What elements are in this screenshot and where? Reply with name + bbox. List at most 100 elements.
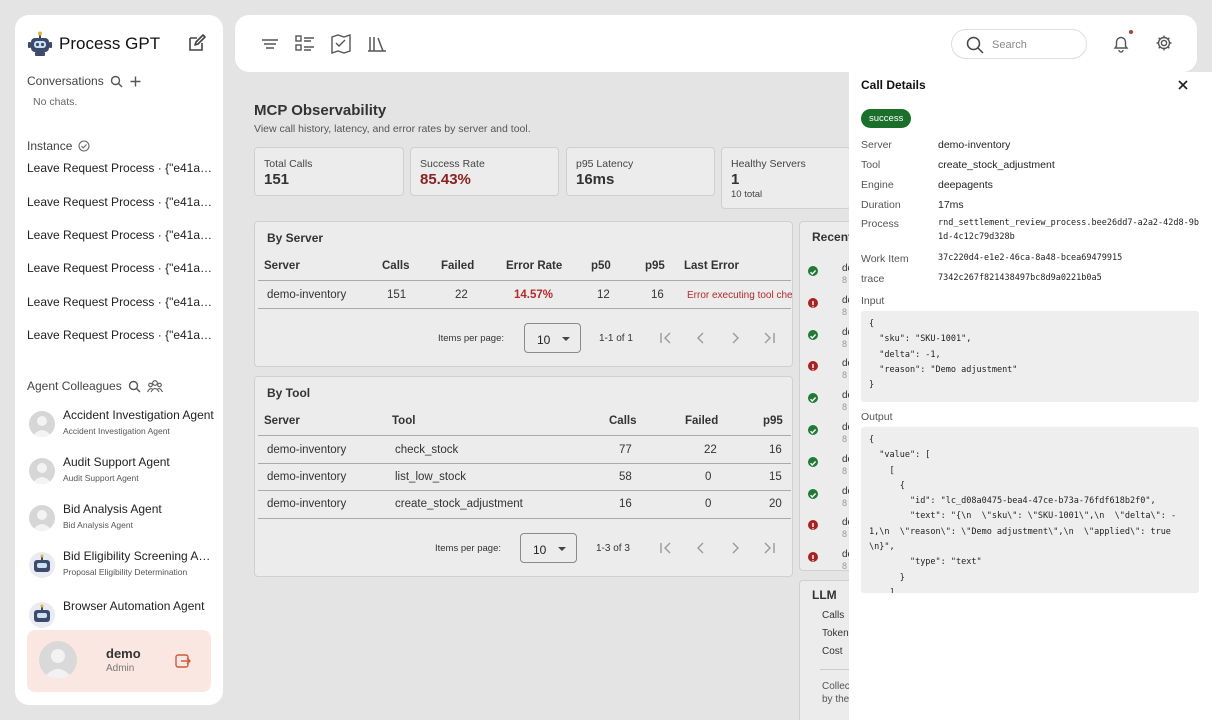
last-page-icon[interactable]: [761, 541, 777, 555]
library-icon[interactable]: [366, 33, 388, 55]
brand[interactable]: Process GPT: [27, 31, 160, 57]
items-per-page-select[interactable]: 10: [520, 533, 577, 563]
cell-tool: list_low_stock: [395, 471, 466, 483]
stat-label: Total Calls: [264, 158, 313, 170]
instance-item[interactable]: Leave Request Process · {"e41a53...: [27, 161, 213, 175]
select-value: 10: [533, 543, 547, 557]
divider: [258, 463, 791, 464]
search-box[interactable]: [951, 29, 1087, 59]
recent-item-sub: 8: [842, 529, 848, 540]
instance-title: Instance: [27, 139, 73, 153]
first-page-icon[interactable]: [658, 541, 674, 555]
gear-icon[interactable]: [1155, 34, 1173, 52]
new-chat-icon[interactable]: [187, 33, 207, 53]
instance-item[interactable]: Leave Request Process · {"e41a53...: [27, 328, 213, 342]
check-circle-icon[interactable]: [78, 140, 90, 152]
instance-item[interactable]: Leave Request Process · {"e41a53...: [27, 261, 213, 275]
process-map-icon[interactable]: [330, 33, 352, 55]
recent-item[interactable]: de 8: [806, 454, 853, 484]
stat-card-healthy-servers: Healthy Servers 1 10 total: [721, 147, 851, 209]
divider: [258, 280, 791, 281]
divider: [258, 308, 791, 309]
recent-item[interactable]: de 8: [806, 358, 853, 388]
recent-item[interactable]: de 8: [806, 549, 853, 579]
agent-subtitle: Audit Support Agent: [63, 473, 139, 483]
col-header[interactable]: p95: [763, 415, 783, 427]
col-header[interactable]: Calls: [382, 260, 410, 272]
conversations-header: Conversations: [27, 74, 142, 88]
checklist-icon[interactable]: [294, 33, 316, 55]
robot-icon: [29, 552, 55, 578]
notification-dot: [1129, 30, 1133, 34]
instance-item[interactable]: Leave Request Process · {"e41a53...: [27, 295, 213, 309]
divider: [258, 435, 791, 436]
output-code-box[interactable]: { "value": [ [ { "id": "lc_d08a0475-bea4…: [861, 427, 1199, 593]
field-label: trace: [861, 273, 885, 285]
divider: [820, 669, 850, 670]
logout-icon[interactable]: [175, 653, 191, 669]
stat-label: Healthy Servers: [731, 158, 806, 170]
input-code: { "sku": "SKU-1001", "delta": -1, "reaso…: [869, 319, 1018, 391]
agent-item[interactable]: Audit Support Agent Audit Support Agent: [29, 453, 215, 487]
agent-item[interactable]: Accident Investigation Agent Accident In…: [29, 406, 215, 440]
input-code-box: { "sku": "SKU-1001", "delta": -1, "reaso…: [861, 311, 1199, 402]
next-page-icon[interactable]: [727, 331, 743, 345]
success-check-icon: [808, 456, 818, 467]
recent-item[interactable]: de 8: [806, 295, 853, 325]
user-card[interactable]: demo Admin: [27, 630, 211, 692]
stat-value: 16ms: [576, 171, 615, 188]
first-page-icon[interactable]: [658, 331, 674, 345]
recent-item-sub: 8: [842, 275, 848, 285]
page-subtitle: View call history, latency, and error ra…: [254, 123, 531, 135]
search-icon[interactable]: [128, 380, 141, 393]
col-header[interactable]: Last Error: [684, 260, 739, 272]
col-header[interactable]: Failed: [685, 415, 718, 427]
instance-item[interactable]: Leave Request Process · {"e41a53...: [27, 228, 213, 242]
bell-icon[interactable]: [1111, 33, 1131, 53]
recent-item[interactable]: de 8: [806, 327, 853, 357]
stat-label: Success Rate: [420, 158, 485, 170]
recent-item[interactable]: de 8: [806, 390, 853, 420]
col-header[interactable]: Server: [264, 415, 300, 427]
recent-item[interactable]: de 8: [806, 517, 853, 547]
col-header[interactable]: p95: [645, 260, 665, 272]
error-alert-icon: [808, 552, 818, 563]
stat-subtext: 10 total: [731, 189, 763, 200]
search-input[interactable]: [992, 36, 1078, 54]
next-page-icon[interactable]: [727, 541, 743, 555]
search-icon[interactable]: [110, 75, 123, 88]
agent-item[interactable]: Bid Analysis Agent Bid Analysis Agent: [29, 500, 215, 534]
cell-failed: 0: [705, 498, 712, 510]
prev-page-icon[interactable]: [693, 331, 709, 345]
recent-item-sub: 8: [842, 370, 848, 381]
agent-item[interactable]: Browser Automation Agent: [29, 597, 215, 631]
col-header[interactable]: Calls: [609, 415, 637, 427]
col-header[interactable]: Failed: [441, 260, 474, 272]
success-check-icon: [808, 329, 818, 340]
col-header[interactable]: Tool: [392, 415, 415, 427]
close-icon[interactable]: [1176, 78, 1190, 92]
field-value: 7342c267f821438497bc8d9a0221b0a5: [938, 273, 1102, 283]
panel-title: By Server: [267, 231, 324, 245]
last-page-icon[interactable]: [761, 331, 777, 345]
recent-item[interactable]: de 8: [806, 422, 853, 452]
stat-card-total-calls: Total Calls 151: [254, 147, 404, 196]
agent-item[interactable]: Bid Eligibility Screening Agent Proposal…: [29, 547, 215, 581]
add-icon[interactable]: [129, 75, 142, 88]
chevron-down-icon: [558, 547, 566, 551]
col-header[interactable]: Error Rate: [506, 260, 562, 272]
divider: [258, 490, 791, 491]
col-header[interactable]: Server: [264, 260, 300, 272]
people-icon[interactable]: [146, 379, 163, 393]
cell-calls: 16: [619, 498, 632, 510]
col-header[interactable]: p50: [591, 260, 611, 272]
recent-item[interactable]: de 8: [806, 263, 853, 293]
items-per-page-select[interactable]: 10: [524, 323, 581, 353]
instance-item[interactable]: Leave Request Process · {"e41a53...: [27, 195, 213, 209]
stat-card-p95-latency: p95 Latency 16ms: [566, 147, 715, 196]
filter-lines-icon[interactable]: [259, 33, 281, 55]
input-label: Input: [861, 295, 885, 307]
user-avatar-icon: [29, 458, 55, 484]
prev-page-icon[interactable]: [693, 541, 709, 555]
recent-item[interactable]: de 8: [806, 486, 853, 516]
